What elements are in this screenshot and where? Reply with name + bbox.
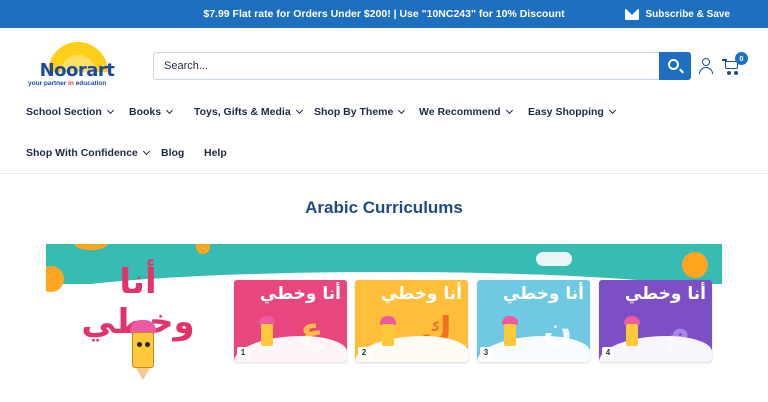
logo-wordmark: Noorart	[39, 60, 115, 81]
arabic-curriculum-banner[interactable]: أنا وخطي ع أنا وخطي 1 ك أنا وخطي 2 ن أنا…	[46, 244, 722, 402]
search-icon	[668, 59, 679, 70]
site-header: Noorart your partner in education 0	[0, 28, 768, 108]
nav-item-we-recommend[interactable]: We Recommend	[419, 101, 513, 123]
chevron-down-icon	[505, 106, 513, 115]
cloud-icon	[536, 252, 572, 266]
book-cover-3[interactable]: ن أنا وخطي 3	[477, 280, 590, 362]
search-box	[153, 52, 691, 80]
logo-tagline: your partner in education	[28, 80, 107, 87]
chevron-down-icon	[106, 106, 114, 115]
announcement-bar: $7.99 Flat rate for Orders Under $200! |…	[0, 0, 768, 28]
nav-item-school-section[interactable]: School Section	[26, 101, 114, 123]
series-title: أنا وخطي	[81, 262, 194, 342]
nav-item-blog[interactable]: Blog	[161, 142, 184, 164]
nav-item-shop-with-confidence[interactable]: Shop With Confidence	[26, 142, 150, 164]
pencil-mascot-icon	[122, 320, 164, 382]
chevron-down-icon	[608, 106, 616, 115]
nav-item-shop-by-theme[interactable]: Shop By Theme	[314, 101, 406, 123]
nav-item-toys-gifts-media[interactable]: Toys, Gifts & Media	[194, 101, 303, 123]
pencil-mascot-icon	[258, 316, 276, 354]
chevron-down-icon	[295, 106, 303, 115]
main-navigation: School Section Books Toys, Gifts & Media…	[0, 100, 768, 170]
pencil-mascot-icon	[379, 316, 397, 354]
pencil-mascot-icon	[501, 316, 519, 354]
chevron-down-icon	[166, 106, 174, 115]
subscribe-label: Subscribe & Save	[645, 8, 730, 20]
book-title: أنا وخطي	[259, 284, 341, 304]
search-input[interactable]	[154, 53, 658, 79]
book-number: 2	[358, 347, 370, 359]
subscribe-link[interactable]: Subscribe & Save	[624, 0, 730, 28]
book-title: أنا وخطي	[380, 284, 462, 304]
noorart-logo[interactable]: Noorart your partner in education	[26, 42, 128, 92]
book-cover-4[interactable]: م أنا وخطي 4	[599, 280, 712, 362]
book-number: 3	[480, 347, 492, 359]
book-cover-1[interactable]: ع أنا وخطي 1	[234, 280, 347, 362]
page-title: Arabic Curriculums	[305, 198, 463, 217]
search-button[interactable]	[659, 52, 691, 80]
header-divider	[0, 173, 768, 174]
book-number: 1	[237, 347, 249, 359]
chevron-down-icon	[142, 147, 150, 156]
cart-count-badge: 0	[735, 52, 748, 65]
nav-item-books[interactable]: Books	[129, 101, 174, 123]
pencil-mascot-icon	[623, 316, 641, 354]
book-title: أنا وخطي	[624, 284, 706, 304]
decor-dot	[682, 252, 708, 278]
book-number: 4	[602, 347, 614, 359]
chevron-down-icon	[398, 106, 406, 115]
book-cover-2[interactable]: ك أنا وخطي 2	[355, 280, 468, 362]
mail-icon	[624, 8, 639, 20]
account-icon[interactable]	[698, 58, 714, 74]
nav-item-easy-shopping[interactable]: Easy Shopping	[528, 101, 616, 123]
book-title: أنا وخطي	[502, 284, 584, 304]
nav-item-help[interactable]: Help	[204, 142, 227, 164]
